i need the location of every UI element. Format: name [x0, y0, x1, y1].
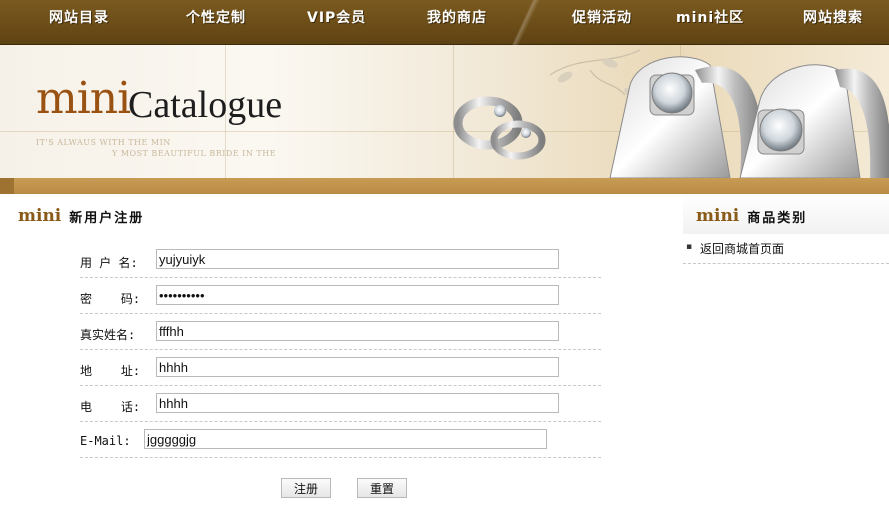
bullet-icon: ▪	[686, 242, 693, 252]
register-button[interactable]: 注册	[281, 478, 331, 498]
sidebar-item-home[interactable]: ▪ 返回商城首页面	[683, 234, 889, 264]
username-label: 用 户 名:	[80, 256, 138, 270]
address-input[interactable]	[156, 357, 559, 377]
sidebar-item-label[interactable]: 返回商城首页面	[700, 240, 784, 257]
address-label: 地 址:	[80, 364, 141, 378]
email-input[interactable]	[144, 429, 547, 449]
nav-item-my-store[interactable]: 我的商店	[427, 8, 487, 28]
banner-tagline: Y MOST BEAUTIFUL BRIDE IN THE	[112, 149, 277, 158]
nav-item-custom[interactable]: 个性定制	[186, 8, 246, 28]
sidebar-title: 商品类别	[747, 210, 808, 226]
nav-item-promotions[interactable]: 促销活动	[572, 8, 632, 28]
top-navigation-bar: 网站目录 个性定制 VIP会员 我的商店 促销活动 mini社区 网站搜索	[0, 0, 889, 45]
gold-band-cap	[0, 178, 14, 194]
banner-logo-catalogue: Catalogue	[128, 84, 283, 126]
form-row-email: E-Mail:	[80, 422, 601, 458]
nav-item-community[interactable]: mini社区	[676, 8, 744, 28]
nav-item-site-directory[interactable]: 网站目录	[49, 8, 109, 28]
form-row-realname: 真实姓名:	[80, 314, 601, 350]
password-input[interactable]	[156, 285, 559, 305]
reset-button[interactable]: 重置	[357, 478, 407, 498]
banner-tagline: IT'S ALWAUS WITH THE MIN	[36, 138, 171, 147]
email-label: E-Mail:	[80, 434, 131, 448]
registration-section-header: mini 新用户注册	[18, 206, 144, 226]
gold-divider-band	[0, 178, 889, 194]
form-row-address: 地 址:	[80, 350, 601, 386]
wedding-rings-image	[453, 49, 889, 178]
mini-section-mark: mini	[696, 206, 740, 226]
realname-input[interactable]	[156, 321, 559, 341]
mini-section-mark: mini	[18, 206, 62, 226]
form-row-phone: 电 话:	[80, 386, 601, 422]
username-input[interactable]	[156, 249, 559, 269]
form-row-username: 用 户 名:	[80, 242, 601, 278]
nav-item-vip[interactable]: VIP会员	[307, 8, 366, 28]
page-title: 新用户注册	[69, 210, 145, 226]
header-banner: mini Catalogue IT'S ALWAUS WITH THE MIN …	[0, 45, 889, 178]
nav-divider-slant	[512, 0, 542, 45]
category-sidebar: mini 商品类别 ▪ 返回商城首页面	[683, 194, 889, 514]
password-label: 密 码:	[80, 292, 141, 306]
phone-input[interactable]	[156, 393, 559, 413]
realname-label: 真实姓名:	[80, 328, 136, 342]
sidebar-section-header: mini 商品类别	[696, 206, 807, 226]
form-row-password: 密 码:	[80, 278, 601, 314]
phone-label: 电 话:	[80, 400, 141, 414]
banner-logo-mini: mini	[36, 73, 131, 124]
nav-item-site-search[interactable]: 网站搜索	[803, 8, 863, 28]
